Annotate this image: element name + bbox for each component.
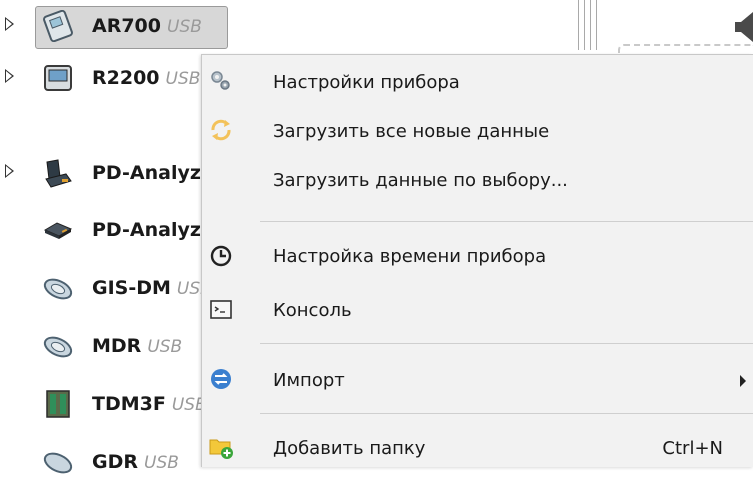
menu-item-label: Загрузить данные по выбору... — [273, 170, 568, 191]
expand-arrow-icon[interactable] — [5, 164, 14, 178]
ar700-device-icon — [43, 10, 73, 42]
clock-icon — [210, 245, 232, 267]
tree-item-label: MDR USB — [92, 335, 183, 357]
menu-item-load-all-new[interactable]: Загрузить все новые данные — [202, 112, 753, 152]
tree-item-ar700[interactable]: AR700 USB — [0, 0, 300, 52]
splitter-line — [596, 0, 597, 50]
tree-item-label: R2200 USB — [92, 67, 201, 89]
expand-arrow-icon[interactable] — [5, 17, 14, 31]
menu-item-label: Консоль — [273, 300, 352, 321]
submenu-arrow-icon — [740, 375, 746, 387]
menu-item-import[interactable]: Импорт — [202, 361, 753, 401]
menu-item-label: Добавить папку — [273, 438, 426, 459]
menu-item-label: Настройки прибора — [273, 72, 460, 93]
expand-arrow-icon[interactable] — [5, 69, 14, 83]
menu-item-label: Загрузить все новые данные — [273, 121, 550, 142]
tree-item-label: TDM3F USB — [92, 393, 207, 415]
pd-analyzer-device-icon — [45, 159, 72, 188]
menu-separator — [260, 413, 753, 414]
pd-analyzer-sensor-icon — [43, 222, 73, 239]
gis-dm-device-icon — [43, 278, 73, 300]
add-folder-icon — [209, 439, 233, 459]
tree-item-label: AR700 USB — [92, 15, 202, 37]
splitter-line — [578, 0, 579, 50]
splitter-line — [590, 0, 591, 50]
tdm3f-device-icon — [46, 390, 70, 418]
menu-item-shortcut: Ctrl+N — [662, 438, 723, 459]
tree-item-label: GDR USB — [92, 451, 179, 473]
menu-separator — [260, 221, 753, 222]
right-pane — [575, 0, 753, 50]
menu-item-add-folder[interactable]: Добавить папку Ctrl+N — [202, 429, 753, 469]
gdr-device-icon — [43, 452, 73, 474]
console-icon — [210, 300, 232, 319]
menu-item-console[interactable]: Консоль — [202, 291, 753, 331]
menu-item-device-settings[interactable]: Настройки прибора — [202, 63, 753, 103]
mdr-device-icon — [43, 336, 73, 358]
tree-item-label: GIS-DM USB — [92, 277, 212, 299]
import-icon — [211, 369, 231, 389]
menu-item-load-selected[interactable]: Загрузить данные по выбору... — [202, 161, 753, 201]
splitter-line — [584, 0, 585, 50]
menu-separator — [260, 343, 753, 344]
menu-item-time-settings[interactable]: Настройка времени прибора — [202, 237, 753, 277]
gears-icon — [211, 71, 230, 90]
menu-item-label: Настройка времени прибора — [273, 246, 547, 267]
refresh-icon — [211, 119, 231, 141]
r2200-device-icon — [44, 65, 72, 91]
menu-item-label: Импорт — [273, 370, 345, 391]
context-menu: Настройки прибора Загрузить все новые да… — [201, 54, 753, 467]
speaker-icon[interactable] — [735, 10, 753, 44]
